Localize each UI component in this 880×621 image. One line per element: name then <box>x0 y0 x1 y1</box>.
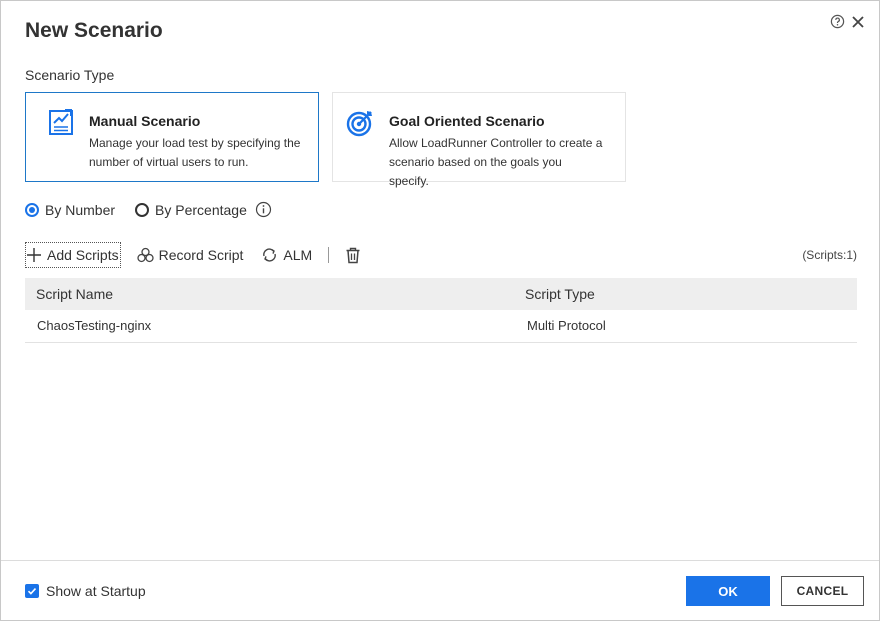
target-icon <box>345 107 377 144</box>
alm-sync-icon <box>263 248 277 262</box>
close-icon[interactable] <box>851 15 865 29</box>
plus-icon <box>27 248 41 262</box>
record-script-icon <box>136 247 154 263</box>
dialog-footer: Show at Startup OK CANCEL <box>1 560 879 620</box>
show-at-startup-checkbox[interactable]: Show at Startup <box>25 583 146 599</box>
show-at-startup-label: Show at Startup <box>46 583 146 599</box>
add-scripts-button[interactable]: Add Scripts <box>25 242 121 268</box>
radio-checked-icon <box>25 202 39 217</box>
script-type-cell: Multi Protocol <box>527 318 606 333</box>
toolbar-divider <box>328 247 330 263</box>
scripts-count: (Scripts:1) <box>802 248 857 262</box>
cancel-button[interactable]: CANCEL <box>781 576 864 606</box>
script-name-cell: ChaosTesting-nginx <box>37 318 152 333</box>
column-header-script-type[interactable]: Script Type <box>525 286 595 302</box>
checkbox-checked-icon <box>25 584 39 598</box>
by-percentage-radio[interactable]: By Percentage <box>135 202 247 218</box>
alm-label: ALM <box>283 247 313 263</box>
header-icons <box>830 14 865 29</box>
radio-unchecked-icon <box>135 202 150 217</box>
record-script-button[interactable]: Record Script <box>135 242 246 268</box>
add-scripts-label: Add Scripts <box>47 247 119 263</box>
new-scenario-dialog: New Scenario Scenario Type Manual Scenar… <box>0 0 880 621</box>
goal-oriented-scenario-description: Allow LoadRunner Controller to create a … <box>389 136 603 188</box>
alm-button[interactable]: ALM <box>259 242 314 268</box>
mode-radio-group: By Number By Percentage <box>25 201 272 218</box>
manual-scenario-card[interactable]: Manual Scenario Manage your load test by… <box>25 92 319 182</box>
scripts-toolbar: Add Scripts Record Script ALM (Scripts:1… <box>25 242 857 268</box>
record-script-label: Record Script <box>158 247 244 263</box>
help-icon[interactable] <box>830 14 845 29</box>
manual-scenario-description: Manage your load test by specifying the … <box>89 136 301 169</box>
table-row[interactable]: ChaosTesting-nginx Multi Protocol <box>25 310 857 343</box>
goal-oriented-scenario-title: Goal Oriented Scenario <box>389 113 545 129</box>
dialog-title: New Scenario <box>25 19 163 42</box>
scenario-type-label: Scenario Type <box>25 67 115 83</box>
manual-scenario-icon <box>48 107 76 142</box>
by-number-radio[interactable]: By Number <box>25 202 115 218</box>
delete-button[interactable] <box>343 242 368 268</box>
column-header-script-name[interactable]: Script Name <box>36 286 113 302</box>
trash-icon <box>346 247 360 263</box>
info-icon[interactable] <box>255 201 272 218</box>
by-number-label: By Number <box>45 201 116 218</box>
ok-button[interactable]: OK <box>686 576 770 606</box>
by-percentage-label: By Percentage <box>155 201 247 218</box>
goal-oriented-scenario-card[interactable]: Goal Oriented Scenario Allow LoadRunner … <box>332 92 626 188</box>
scripts-grid-header: Script Name Script Type <box>25 278 857 310</box>
manual-scenario-title: Manual Scenario <box>89 113 201 129</box>
